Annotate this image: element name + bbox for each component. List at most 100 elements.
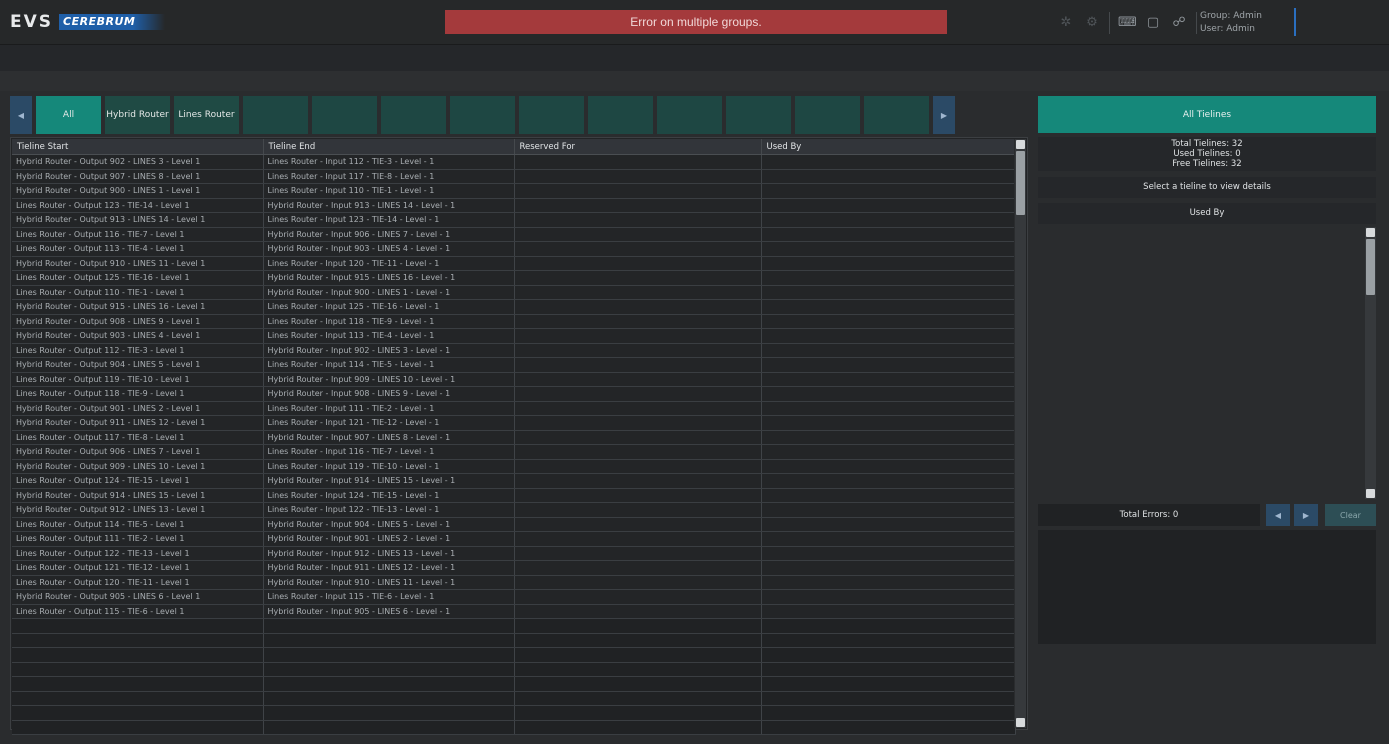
empty-table-row	[12, 647, 1016, 663]
cell-used-by	[761, 183, 1016, 199]
table-row[interactable]: Hybrid Router - Output 907 - LINES 8 - L…	[12, 169, 1016, 184]
table-row[interactable]: Hybrid Router - Output 910 - LINES 11 - …	[12, 256, 1016, 271]
group-label: Group: Admin	[1200, 11, 1262, 21]
cell-used-by	[761, 517, 1016, 532]
used-tielines: Used Tielines: 0	[1173, 149, 1241, 159]
table-row[interactable]: Hybrid Router - Output 915 - LINES 16 - …	[12, 299, 1016, 315]
table-row[interactable]: Lines Router - Output 122 - TIE-13 - Lev…	[12, 546, 1016, 561]
settings-icon[interactable]: ✲	[1057, 14, 1075, 32]
tab-all[interactable]: All	[36, 96, 101, 134]
empty-cell	[514, 633, 762, 648]
scroll-down-icon[interactable]	[1366, 489, 1375, 498]
table-row[interactable]: Hybrid Router - Output 903 - LINES 4 - L…	[12, 328, 1016, 344]
cell-tieline-start: Hybrid Router - Output 905 - LINES 6 - L…	[12, 589, 264, 605]
all-tielines-header[interactable]: All Tielines	[1038, 96, 1376, 133]
table-row[interactable]: Hybrid Router - Output 906 - LINES 7 - L…	[12, 444, 1016, 460]
table-row[interactable]: Lines Router - Output 113 - TIE-4 - Leve…	[12, 241, 1016, 257]
cell-used-by	[761, 575, 1016, 590]
cell-tieline-start: Hybrid Router - Output 915 - LINES 16 - …	[12, 299, 264, 315]
tab-empty[interactable]	[864, 96, 929, 134]
scroll-thumb[interactable]	[1016, 151, 1025, 215]
scroll-thumb[interactable]	[1366, 239, 1375, 295]
table-row[interactable]: Hybrid Router - Output 908 - LINES 9 - L…	[12, 314, 1016, 329]
tab-empty[interactable]	[657, 96, 722, 134]
errors-next-button[interactable]: ▶	[1294, 504, 1318, 526]
user-label: User: Admin	[1200, 24, 1255, 34]
table-row[interactable]: Lines Router - Output 116 - TIE-7 - Leve…	[12, 227, 1016, 242]
cell-tieline-end: Lines Router - Input 113 - TIE-4 - Level…	[263, 328, 515, 344]
sync-icon[interactable]: ⚙	[1083, 14, 1101, 32]
empty-cell	[263, 647, 515, 663]
used-by-scrollbar[interactable]	[1364, 227, 1376, 499]
table-row[interactable]: Lines Router - Output 123 - TIE-14 - Lev…	[12, 198, 1016, 213]
tab-empty[interactable]	[312, 96, 377, 134]
table-row[interactable]: Hybrid Router - Output 914 - LINES 15 - …	[12, 488, 1016, 503]
table-row[interactable]: Hybrid Router - Output 911 - LINES 12 - …	[12, 415, 1016, 431]
tabs-prev-button[interactable]: ◀	[10, 96, 32, 134]
table-row[interactable]: Lines Router - Output 117 - TIE-8 - Leve…	[12, 430, 1016, 445]
cell-reserved-for	[514, 372, 762, 387]
empty-table-row	[12, 720, 1016, 735]
errors-prev-button[interactable]: ◀	[1266, 504, 1290, 526]
table-row[interactable]: Lines Router - Output 114 - TIE-5 - Leve…	[12, 517, 1016, 532]
tab-empty[interactable]	[588, 96, 653, 134]
tab-empty[interactable]	[795, 96, 860, 134]
table-row[interactable]: Hybrid Router - Output 912 - LINES 13 - …	[12, 502, 1016, 518]
table-row[interactable]: Hybrid Router - Output 909 - LINES 10 - …	[12, 459, 1016, 474]
table-row[interactable]: Lines Router - Output 111 - TIE-2 - Leve…	[12, 531, 1016, 547]
empty-cell	[761, 633, 1016, 648]
cell-tieline-end: Hybrid Router - Input 912 - LINES 13 - L…	[263, 546, 515, 561]
tab-empty[interactable]	[381, 96, 446, 134]
table-row[interactable]: Lines Router - Output 124 - TIE-15 - Lev…	[12, 473, 1016, 489]
evs-logo: EVS	[10, 12, 54, 32]
details-panel: All Tielines Total Tielines: 32 Used Tie…	[1038, 96, 1376, 644]
tab-empty[interactable]	[519, 96, 584, 134]
cell-used-by	[761, 343, 1016, 358]
table-row[interactable]: Hybrid Router - Output 900 - LINES 1 - L…	[12, 183, 1016, 199]
column-header-tieline-end[interactable]: Tieline End	[263, 139, 515, 155]
tab-lines-router[interactable]: Lines Router	[174, 96, 239, 134]
table-row[interactable]: Lines Router - Output 125 - TIE-16 - Lev…	[12, 270, 1016, 286]
cell-reserved-for	[514, 357, 762, 373]
tab-empty[interactable]	[243, 96, 308, 134]
table-row[interactable]: Hybrid Router - Output 901 - LINES 2 - L…	[12, 401, 1016, 416]
cell-used-by	[761, 459, 1016, 474]
table-row[interactable]: Hybrid Router - Output 902 - LINES 3 - L…	[12, 154, 1016, 170]
table-row[interactable]: Hybrid Router - Output 904 - LINES 5 - L…	[12, 357, 1016, 373]
clear-errors-button[interactable]: Clear	[1325, 504, 1376, 526]
cell-used-by	[761, 212, 1016, 228]
tabs-next-button[interactable]: ▶	[933, 96, 955, 134]
scroll-up-icon[interactable]	[1366, 228, 1375, 237]
table-row[interactable]: Hybrid Router - Output 905 - LINES 6 - L…	[12, 589, 1016, 605]
cell-tieline-end: Lines Router - Input 110 - TIE-1 - Level…	[263, 183, 515, 199]
users-icon[interactable]: ☍	[1170, 14, 1188, 32]
tab-hybrid-router[interactable]: Hybrid Router	[105, 96, 170, 134]
tab-empty[interactable]	[726, 96, 791, 134]
grid-scrollbar[interactable]	[1014, 139, 1026, 728]
cell-tieline-end: Hybrid Router - Input 911 - LINES 12 - L…	[263, 560, 515, 576]
cell-tieline-end: Lines Router - Input 119 - TIE-10 - Leve…	[263, 459, 515, 474]
tab-empty[interactable]	[450, 96, 515, 134]
chat-help-icon[interactable]: ▢	[1144, 14, 1162, 32]
scroll-up-icon[interactable]	[1016, 140, 1025, 149]
keyboard-icon[interactable]: ⌨	[1118, 14, 1137, 32]
table-row[interactable]: Lines Router - Output 112 - TIE-3 - Leve…	[12, 343, 1016, 358]
cell-reserved-for	[514, 444, 762, 460]
table-row[interactable]: Lines Router - Output 120 - TIE-11 - Lev…	[12, 575, 1016, 590]
empty-cell	[12, 618, 264, 634]
column-header-tieline-start[interactable]: Tieline Start	[12, 139, 264, 155]
cell-reserved-for	[514, 531, 762, 547]
cell-tieline-end: Hybrid Router - Input 915 - LINES 16 - L…	[263, 270, 515, 286]
column-header-used-by[interactable]: Used By	[761, 139, 1016, 155]
table-row[interactable]: Lines Router - Output 121 - TIE-12 - Lev…	[12, 560, 1016, 576]
error-banner[interactable]: Error on multiple groups.	[445, 10, 947, 34]
table-row[interactable]: Lines Router - Output 119 - TIE-10 - Lev…	[12, 372, 1016, 387]
scroll-down-icon[interactable]	[1016, 718, 1025, 727]
column-header-reserved-for[interactable]: Reserved For	[514, 139, 762, 155]
table-row[interactable]: Hybrid Router - Output 913 - LINES 14 - …	[12, 212, 1016, 228]
user-info[interactable]: Group: Admin User: Admin	[1200, 10, 1262, 36]
cell-tieline-start: Hybrid Router - Output 913 - LINES 14 - …	[12, 212, 264, 228]
table-row[interactable]: Lines Router - Output 110 - TIE-1 - Leve…	[12, 285, 1016, 300]
table-row[interactable]: Lines Router - Output 118 - TIE-9 - Leve…	[12, 386, 1016, 402]
table-row[interactable]: Lines Router - Output 115 - TIE-6 - Leve…	[12, 604, 1016, 619]
